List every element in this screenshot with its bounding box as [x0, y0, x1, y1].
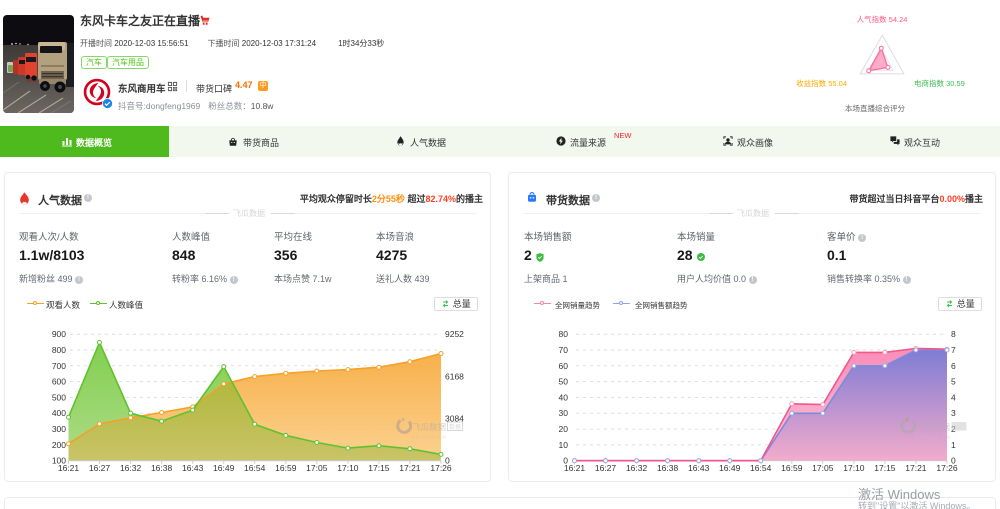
svg-text:17:21: 17:21: [399, 463, 421, 473]
svg-text:10: 10: [559, 440, 569, 450]
svg-text:17:26: 17:26: [936, 463, 958, 473]
svg-text:17:15: 17:15: [874, 463, 896, 473]
svg-text:17:05: 17:05: [306, 463, 328, 473]
svg-text:6: 6: [951, 361, 956, 371]
svg-text:17:10: 17:10: [337, 463, 359, 473]
svg-text:16:21: 16:21: [564, 463, 586, 473]
svg-text:16:32: 16:32: [626, 463, 648, 473]
svg-text:16:43: 16:43: [688, 463, 710, 473]
svg-text:数据: 数据: [449, 423, 461, 431]
svg-text:9252: 9252: [445, 329, 464, 339]
svg-text:20: 20: [559, 424, 569, 434]
svg-text:200: 200: [52, 440, 66, 450]
svg-text:50: 50: [559, 377, 569, 387]
svg-text:16:59: 16:59: [781, 463, 803, 473]
svg-text:900: 900: [52, 329, 66, 339]
svg-text:16:49: 16:49: [719, 463, 741, 473]
svg-text:800: 800: [52, 345, 66, 355]
svg-text:16:54: 16:54: [244, 463, 266, 473]
svg-text:16:27: 16:27: [595, 463, 617, 473]
svg-text:16:27: 16:27: [89, 463, 111, 473]
svg-text:1: 1: [951, 440, 956, 450]
svg-text:16:38: 16:38: [657, 463, 679, 473]
svg-text:16:32: 16:32: [120, 463, 142, 473]
svg-text:400: 400: [52, 408, 66, 418]
svg-text:F E I G U A . C N: F E I G U A . C N: [916, 435, 950, 440]
svg-text:80: 80: [559, 329, 569, 339]
svg-text:7: 7: [951, 345, 956, 355]
svg-text:40: 40: [559, 392, 569, 402]
svg-text:17:21: 17:21: [905, 463, 927, 473]
svg-text:16:49: 16:49: [213, 463, 235, 473]
svg-text:16:54: 16:54: [750, 463, 772, 473]
svg-text:70: 70: [559, 345, 569, 355]
svg-text:16:21: 16:21: [58, 463, 80, 473]
svg-text:飞瓜数据: 飞瓜数据: [412, 422, 447, 432]
svg-text:6168: 6168: [445, 371, 464, 381]
svg-text:60: 60: [559, 361, 569, 371]
svg-text:16:59: 16:59: [275, 463, 297, 473]
svg-text:17:05: 17:05: [812, 463, 834, 473]
svg-text:600: 600: [52, 377, 66, 387]
svg-text:3: 3: [951, 408, 956, 418]
svg-text:500: 500: [52, 392, 66, 402]
svg-text:17:26: 17:26: [430, 463, 452, 473]
svg-text:飞瓜数据: 飞瓜数据: [916, 422, 951, 432]
svg-text:16:43: 16:43: [182, 463, 204, 473]
svg-text:700: 700: [52, 361, 66, 371]
svg-text:17:15: 17:15: [368, 463, 390, 473]
svg-text:5: 5: [951, 377, 956, 387]
svg-text:4: 4: [951, 392, 956, 402]
svg-text:F E I G U A . C N: F E I G U A . C N: [412, 435, 446, 440]
svg-text:17:10: 17:10: [843, 463, 865, 473]
svg-text:16:38: 16:38: [151, 463, 173, 473]
svg-text:8: 8: [951, 329, 956, 339]
svg-text:300: 300: [52, 424, 66, 434]
svg-text:30: 30: [559, 408, 569, 418]
